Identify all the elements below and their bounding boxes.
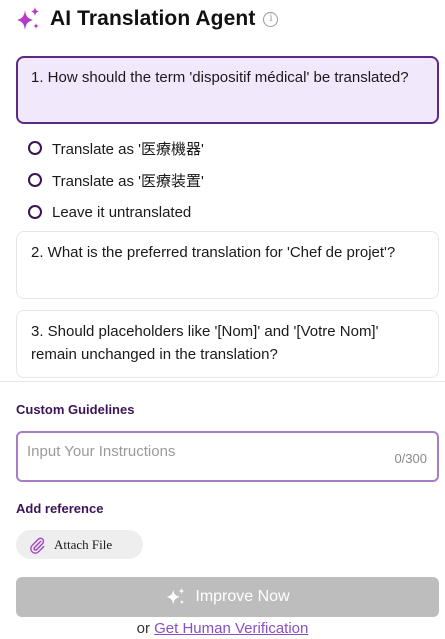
question-card-3[interactable]: 3. Should placeholders like '[Nom]' and …: [16, 310, 439, 378]
option-leave-untranslated[interactable]: Leave it untranslated: [28, 196, 204, 228]
page-title: AI Translation Agent: [50, 7, 256, 30]
option-translate-iryo-kiki[interactable]: Translate as '医療機器': [28, 132, 204, 164]
answer-options: Translate as '医療機器' Translate as '医療装置' …: [28, 132, 204, 228]
footer: or Get Human Verification: [0, 620, 445, 637]
radio-button[interactable]: [28, 141, 42, 155]
sparkles-icon: [17, 7, 39, 30]
option-translate-iryo-souchi[interactable]: Translate as '医療装置': [28, 164, 204, 196]
add-reference-label: Add reference: [16, 501, 104, 516]
question-card-2[interactable]: 2. What is the preferred translation for…: [16, 231, 439, 299]
question-text: 3. Should placeholders like '[Nom]' and …: [31, 323, 379, 363]
guidelines-input-box[interactable]: 0/300: [16, 431, 439, 482]
option-label: Translate as '医療装置': [52, 172, 204, 190]
attach-file-label: Attach File: [54, 536, 113, 552]
human-verification-link[interactable]: Get Human Verification: [154, 620, 308, 637]
paperclip-icon: [30, 537, 45, 554]
guidelines-input[interactable]: [27, 443, 387, 460]
header: AI Translation Agent i: [14, 4, 279, 34]
radio-button[interactable]: [28, 173, 42, 187]
section-divider: [0, 381, 445, 382]
question-card-1[interactable]: 1. How should the term 'dispositif médic…: [16, 56, 439, 124]
question-text: 1. How should the term 'dispositif médic…: [31, 69, 409, 86]
option-label: Translate as '医療機器': [52, 140, 204, 158]
character-counter: 0/300: [394, 451, 427, 466]
sparkles-icon: [167, 587, 186, 605]
attach-file-button[interactable]: Attach File: [16, 530, 143, 559]
question-text: 2. What is the preferred translation for…: [31, 244, 396, 261]
radio-button[interactable]: [28, 205, 42, 219]
improve-now-button[interactable]: Improve Now: [16, 577, 439, 617]
option-label: Leave it untranslated: [52, 203, 192, 221]
custom-guidelines-label: Custom Guidelines: [16, 402, 135, 417]
improve-now-label: Improve Now: [195, 588, 290, 605]
or-text: or: [136, 620, 150, 637]
info-icon[interactable]: i: [263, 11, 279, 27]
